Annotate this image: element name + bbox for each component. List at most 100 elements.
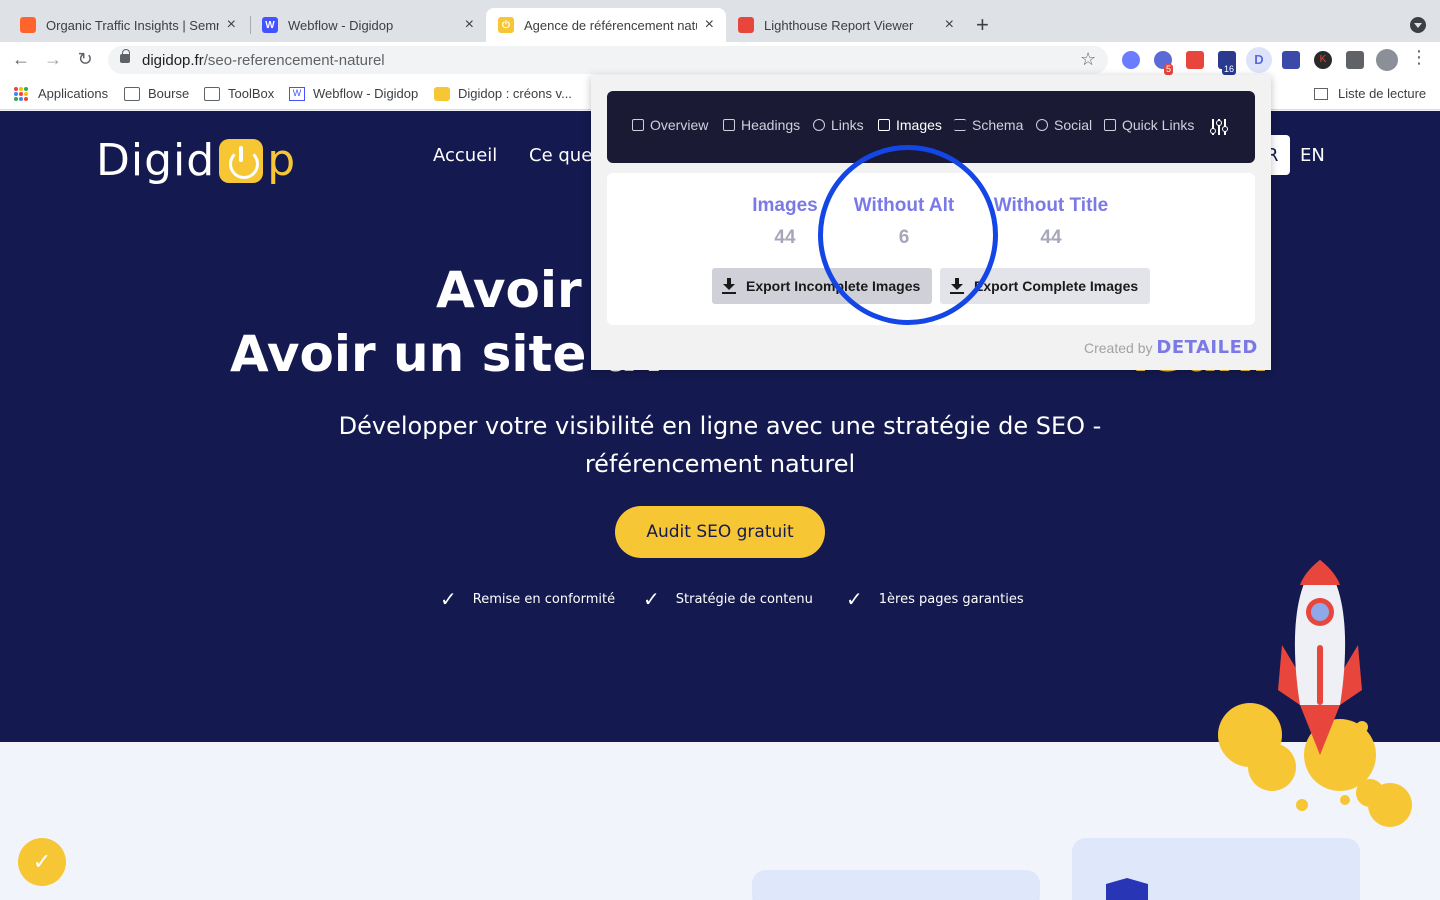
- stat-images-value: 44: [774, 227, 796, 248]
- nav-accueil[interactable]: Accueil: [433, 145, 497, 166]
- lighthouse-favicon-icon: [738, 17, 754, 33]
- extension-badge: 16: [1222, 64, 1237, 75]
- quick-links-icon: [1104, 119, 1116, 131]
- close-tab-icon[interactable]: ×: [945, 16, 954, 34]
- bookmark-applications[interactable]: Applications: [14, 86, 108, 101]
- feature-check: ✓ Remise en conformité: [440, 587, 615, 611]
- popup-tab-quick-links[interactable]: Quick Links: [1104, 117, 1194, 133]
- address-bar[interactable]: digidop.fr/seo-referencement-naturel ☆: [108, 46, 1108, 74]
- webflow-icon: W: [289, 86, 305, 101]
- reload-icon[interactable]: ↻: [74, 49, 96, 70]
- feature-card: [752, 870, 1040, 900]
- chat-widget-icon[interactable]: ✓: [18, 838, 66, 886]
- rocket-illustration: [1218, 560, 1412, 827]
- bookmark-webflow[interactable]: W Webflow - Digidop: [289, 86, 418, 101]
- tab-digidop-active[interactable]: ⏻ Agence de référencement naturel ×: [486, 8, 726, 42]
- tab-title: Agence de référencement naturel: [524, 17, 697, 33]
- reading-list-icon: [1314, 87, 1328, 100]
- feature-label: 1ères pages garanties: [878, 591, 1024, 607]
- button-label: Export Complete Images: [974, 278, 1139, 294]
- export-complete-images-button[interactable]: Export Complete Images: [940, 268, 1150, 304]
- check-icon: ✓: [846, 587, 863, 611]
- popup-tab-label: Social: [1054, 117, 1093, 133]
- tab-semrush[interactable]: Organic Traffic Insights | Semrush ×: [8, 8, 248, 42]
- reading-list-button[interactable]: Liste de lecture: [1314, 86, 1426, 101]
- bookmark-label: Bourse: [148, 86, 190, 101]
- popup-tab-label: Schema: [972, 117, 1024, 133]
- browser-toolbar: ← → ↻ digidop.fr/seo-referencement-natur…: [0, 42, 1440, 78]
- logo-text: Digid: [96, 135, 216, 186]
- stat-without-title-value: 44: [1040, 227, 1062, 248]
- popup-tab-headings[interactable]: Headings: [723, 117, 800, 133]
- extension-icon[interactable]: K: [1314, 51, 1332, 69]
- detailed-extension-icon[interactable]: D: [1246, 47, 1272, 73]
- digidop-logo[interactable]: Digid p: [96, 135, 296, 186]
- folder-icon: [204, 86, 220, 101]
- popup-tab-schema[interactable]: Schema: [954, 117, 1023, 133]
- tab-title: Webflow - Digidop: [288, 17, 394, 33]
- puzzle-extensions-icon[interactable]: [1346, 51, 1364, 69]
- export-incomplete-images-button[interactable]: Export Incomplete Images: [712, 268, 932, 304]
- popup-tab-links[interactable]: Links: [813, 117, 864, 133]
- check-icon: ✓: [643, 587, 660, 611]
- detailed-brand-logo: DETAILED: [1156, 337, 1258, 358]
- semrush-favicon-icon: [20, 17, 36, 33]
- close-tab-icon[interactable]: ×: [227, 16, 236, 34]
- apps-grid-icon: [14, 86, 28, 101]
- popup-tab-label: Overview: [650, 117, 709, 133]
- image-icon: [878, 119, 890, 131]
- hero-subtitle: Développer votre visibilité en ligne ave…: [338, 412, 1102, 478]
- power-icon: [219, 138, 264, 183]
- close-tab-icon[interactable]: ×: [705, 16, 714, 34]
- settings-sliders-icon[interactable]: [1209, 117, 1229, 137]
- url-path: /seo-referencement-naturel: [203, 52, 385, 69]
- popup-tab-social[interactable]: Social: [1036, 117, 1092, 133]
- popup-tab-label: Quick Links: [1122, 117, 1195, 133]
- back-icon[interactable]: ←: [10, 49, 32, 70]
- stat-images-label: Images: [752, 195, 818, 216]
- bookmark-label: Digidop : créons v...: [458, 86, 572, 101]
- button-label: Export Incomplete Images: [746, 278, 921, 294]
- tab-webflow[interactable]: W Webflow - Digidop ×: [250, 8, 486, 42]
- nav-ce-que[interactable]: Ce que: [529, 145, 592, 166]
- popup-tab-overview[interactable]: Overview: [632, 117, 708, 133]
- pocket-extension-icon[interactable]: [1282, 51, 1300, 69]
- bookmark-star-icon[interactable]: ☆: [1080, 49, 1096, 70]
- popup-tab-images[interactable]: Images: [878, 117, 942, 133]
- download-icon: [950, 278, 964, 294]
- forward-icon[interactable]: →: [42, 49, 64, 70]
- credit-prefix: Created by: [1084, 340, 1153, 356]
- images-stats-card: Images 44 Without Alt 6 Without Title 44…: [607, 173, 1255, 325]
- bookmark-toolbox[interactable]: ToolBox: [204, 86, 274, 101]
- extension-icon[interactable]: [1122, 51, 1140, 69]
- close-tab-icon[interactable]: ×: [465, 16, 474, 34]
- check-icon: ✓: [440, 587, 457, 611]
- bookmark-bourse[interactable]: Bourse: [124, 86, 189, 101]
- popup-nav: Overview Headings Links Images Schema So…: [607, 91, 1255, 163]
- menu-kebab-icon[interactable]: ⋮: [1408, 47, 1430, 68]
- created-by-credit[interactable]: Created by DETAILED: [1084, 337, 1258, 358]
- new-tab-icon[interactable]: +: [976, 12, 989, 38]
- bookmark-label: Webflow - Digidop: [313, 86, 419, 101]
- folder-icon: [124, 86, 140, 101]
- lang-en-button[interactable]: EN: [1300, 145, 1325, 166]
- bookmark-digidop[interactable]: Digidop : créons v...: [434, 86, 572, 101]
- bookmark-label: Applications: [38, 86, 109, 101]
- avatar[interactable]: [1376, 49, 1398, 71]
- url-text[interactable]: digidop.fr/seo-referencement-naturel: [142, 52, 385, 69]
- tab-lighthouse[interactable]: Lighthouse Report Viewer ×: [726, 8, 966, 42]
- tab-title: Organic Traffic Insights | Semrush: [46, 17, 219, 33]
- tab-search-icon[interactable]: [1410, 17, 1426, 33]
- book-icon: [632, 119, 644, 131]
- popup-tab-label: Images: [896, 117, 942, 133]
- lighthouse-extension-icon[interactable]: [1186, 51, 1204, 69]
- audit-seo-button[interactable]: Audit SEO gratuit: [615, 506, 825, 558]
- link-icon: [813, 119, 825, 131]
- tab-strip: Organic Traffic Insights | Semrush × W W…: [0, 0, 1440, 42]
- popup-tab-label: Links: [831, 117, 864, 133]
- document-icon: [723, 119, 735, 131]
- seo-extension-popup: Overview Headings Links Images Schema So…: [591, 75, 1271, 370]
- webflow-favicon-icon: W: [262, 17, 278, 33]
- lock-icon[interactable]: [120, 49, 130, 63]
- reading-list-label: Liste de lecture: [1338, 86, 1427, 101]
